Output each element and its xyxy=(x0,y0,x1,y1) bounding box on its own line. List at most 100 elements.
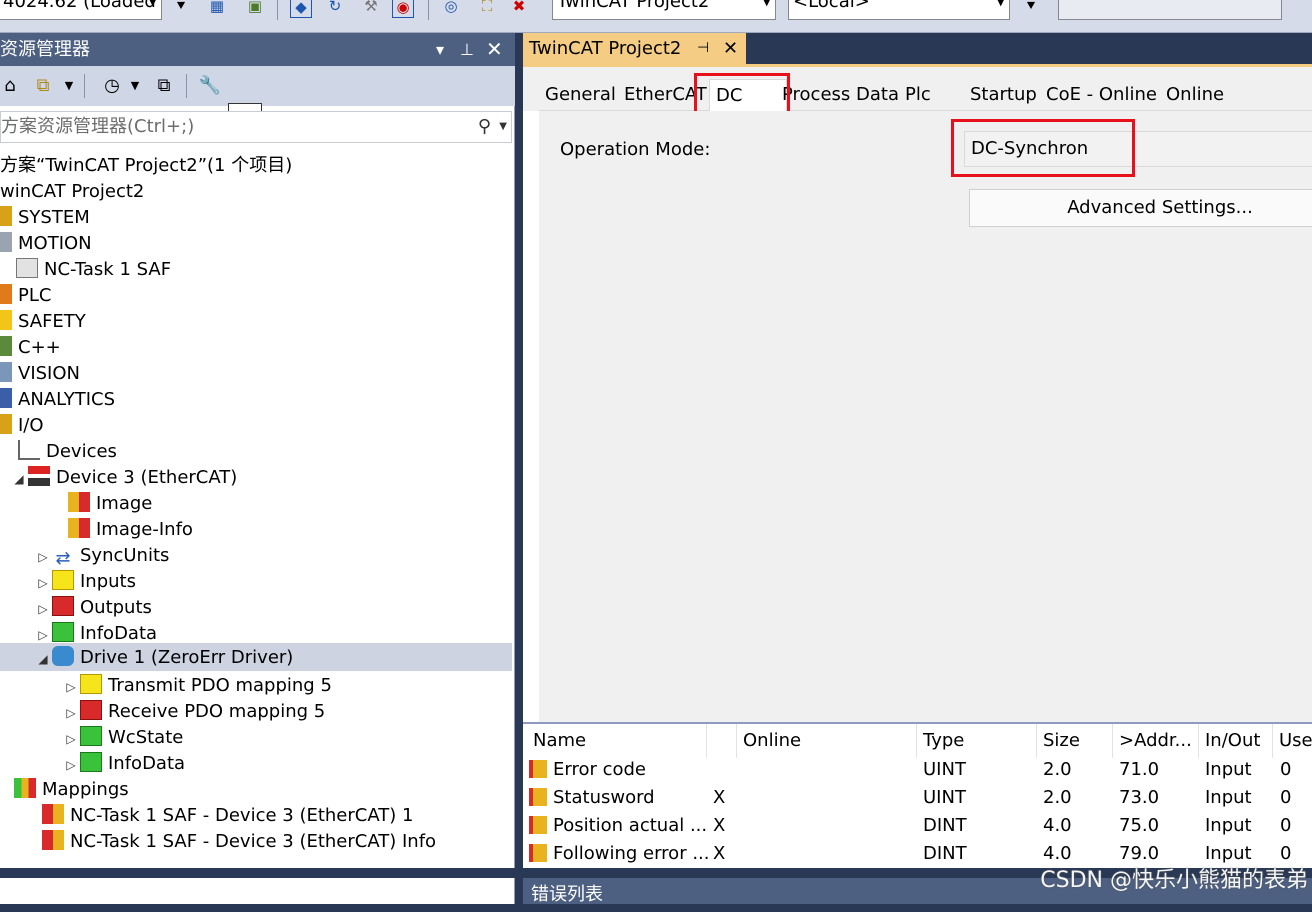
column-header-online[interactable]: Online xyxy=(737,724,917,758)
tab-online[interactable]: Online xyxy=(1166,79,1224,111)
tree-item-drive1[interactable]: ◢ Drive 1 (ZeroErr Driver) xyxy=(34,645,293,671)
tree-item-devices[interactable]: Devices xyxy=(18,439,117,465)
table-row[interactable]: Position actual ... xyxy=(529,812,709,840)
tree-item-cpp[interactable]: C++ xyxy=(0,335,61,361)
tree-item-motion[interactable]: MOTION xyxy=(0,231,92,257)
cell-inout: Input xyxy=(1205,759,1252,780)
tab-startup[interactable]: Startup xyxy=(970,79,1037,111)
tree-item-mapping-info[interactable]: NC-Task 1 SAF - Device 3 (EtherCAT) Info xyxy=(42,829,436,855)
tree-item-solution[interactable]: 方案“TwinCAT Project2”(1 个项目) xyxy=(0,153,292,179)
dropdown-icon[interactable]: ⯆ xyxy=(170,0,192,18)
home-icon[interactable]: ⌂ xyxy=(0,74,20,98)
tools-icon[interactable]: ⚒ xyxy=(360,0,382,18)
tab-general[interactable]: General xyxy=(545,79,616,111)
project-combo[interactable]: TwinCAT Project2 ▼ xyxy=(552,0,776,20)
expand-icon[interactable]: ▷ xyxy=(62,726,80,752)
expand-icon[interactable]: ▷ xyxy=(34,544,52,570)
target-combo[interactable]: <Local> ▼ xyxy=(788,0,1010,20)
tree-item-nc-task[interactable]: NC-Task 1 SAF xyxy=(16,257,171,283)
activate-config-icon[interactable]: ◆ xyxy=(290,0,312,18)
expand-icon[interactable]: ▷ xyxy=(62,752,80,778)
tree-item-safety[interactable]: SAFETY xyxy=(0,309,86,335)
chevron-down-icon[interactable]: ▼ xyxy=(128,74,142,98)
search-icon[interactable]: ⚲ xyxy=(478,112,491,142)
tab-plc[interactable]: Plc xyxy=(905,79,931,111)
cell-addr: 73.0 xyxy=(1119,787,1160,808)
dropdown-icon[interactable]: ⯆ xyxy=(1020,0,1042,18)
chart-icon[interactable]: ▦ xyxy=(206,0,228,18)
tree-item-device3[interactable]: ◢ Device 3 (EtherCAT) xyxy=(10,465,237,491)
column-header-addr[interactable]: >Addr... xyxy=(1113,724,1199,758)
history-icon[interactable]: ◷ xyxy=(100,74,124,98)
collapse-all-icon[interactable]: ⧉ xyxy=(152,74,176,98)
config-mode-icon[interactable]: ◉ xyxy=(392,0,414,18)
version-combo[interactable]: 4024.62 (Loaded ▼ xyxy=(0,0,162,20)
table-row[interactable]: Error code xyxy=(529,756,709,784)
tree-item-inputs[interactable]: ▷ Inputs xyxy=(34,569,136,595)
cell-use: 0 xyxy=(1280,843,1292,864)
tree-item-wcstate[interactable]: ▷ WcState xyxy=(62,725,183,751)
column-header-name[interactable]: Name xyxy=(527,724,707,758)
tab-process-data[interactable]: Process Data xyxy=(782,79,899,111)
tree-item-image-info[interactable]: Image-Info xyxy=(68,517,193,543)
column-header-inout[interactable]: In/Out xyxy=(1199,724,1273,758)
document-tab[interactable]: TwinCAT Project2 ⊣ ✕ xyxy=(523,33,746,64)
tree-item-outputs[interactable]: ▷ Outputs xyxy=(34,595,152,621)
cell-addr: 71.0 xyxy=(1119,759,1160,780)
switch-views-icon[interactable]: ⧉ xyxy=(30,74,56,98)
pin-icon[interactable]: ⊥ xyxy=(460,33,474,66)
image-icon[interactable]: ▣ xyxy=(244,0,266,18)
tree-item-project[interactable]: winCAT Project2 xyxy=(0,179,144,205)
collapse-icon[interactable]: ◢ xyxy=(10,466,28,492)
tree-item-infodata[interactable]: ▷ InfoData xyxy=(34,621,157,647)
column-header-type[interactable]: Type xyxy=(917,724,1037,758)
tree-item-analytics[interactable]: ANALYTICS xyxy=(0,387,115,413)
tree-item-label: InfoData xyxy=(80,623,158,644)
tree-item-drive-infodata[interactable]: ▷ InfoData xyxy=(62,751,185,777)
solution-explorer-title: 资源管理器 xyxy=(0,39,90,60)
tree-item-syncunits[interactable]: ▷ ⇄ SyncUnits xyxy=(34,543,169,569)
column-header-size[interactable]: Size xyxy=(1037,724,1113,758)
tree-item-receive-pdo[interactable]: ▷ Receive PDO mapping 5 xyxy=(62,699,325,725)
safety-icon xyxy=(0,310,12,330)
expand-icon[interactable]: ▷ xyxy=(34,570,52,596)
disconnect-icon[interactable]: ✖ xyxy=(508,0,530,18)
wrench-icon[interactable]: 🔧 xyxy=(198,74,222,98)
chevron-down-icon[interactable]: ▼ xyxy=(62,74,76,98)
table-row[interactable]: Statusword xyxy=(529,784,709,812)
tree-item-vision[interactable]: VISION xyxy=(0,361,80,387)
advanced-settings-button[interactable]: Advanced Settings... xyxy=(969,189,1312,227)
version-combo-value: 4024.62 (Loaded xyxy=(3,0,156,12)
image-var-icon xyxy=(68,492,90,512)
tree-item-io[interactable]: I/O xyxy=(0,413,44,439)
pin-icon[interactable]: ⊣ xyxy=(697,33,709,64)
dropdown-icon[interactable]: ▾ xyxy=(436,33,444,66)
close-icon[interactable]: ✕ xyxy=(723,33,738,64)
close-icon[interactable]: ✕ xyxy=(486,33,503,66)
receive-pdo-icon xyxy=(80,700,102,720)
cell-addr: 79.0 xyxy=(1119,843,1160,864)
tab-coe-online[interactable]: CoE - Online xyxy=(1046,79,1157,111)
column-header-blank[interactable] xyxy=(707,724,737,758)
search-input[interactable]: 方案资源管理器(Ctrl+;) ⚲ ▼ xyxy=(0,111,512,143)
table-row[interactable]: Following error ... xyxy=(529,840,709,868)
tree-item-image[interactable]: Image xyxy=(68,491,152,517)
chevron-down-icon[interactable]: ▼ xyxy=(499,112,507,142)
restart-icon[interactable]: ↻ xyxy=(324,0,346,18)
network-icon[interactable]: ⛶ xyxy=(476,0,498,18)
collapse-icon[interactable]: ◢ xyxy=(34,646,52,672)
target-icon[interactable]: ◎ xyxy=(440,0,462,18)
tree-item-label: 方案“TwinCAT Project2”(1 个项目) xyxy=(0,155,293,176)
column-header-use[interactable]: Use xyxy=(1273,724,1312,758)
expand-icon[interactable]: ▷ xyxy=(34,596,52,622)
empty-combo[interactable] xyxy=(1058,0,1282,20)
tree-item-system[interactable]: SYSTEM xyxy=(0,205,90,231)
tree-item-mapping-1[interactable]: NC-Task 1 SAF - Device 3 (EtherCAT) 1 xyxy=(42,803,413,829)
tree-item-mappings[interactable]: Mappings xyxy=(14,777,129,803)
tree-item-plc[interactable]: PLC xyxy=(0,283,51,309)
expand-icon[interactable]: ▷ xyxy=(62,700,80,726)
expand-icon[interactable]: ▷ xyxy=(62,674,80,700)
devices-icon xyxy=(18,440,40,460)
tree-item-transmit-pdo[interactable]: ▷ Transmit PDO mapping 5 xyxy=(62,673,332,699)
tree-item-label: MOTION xyxy=(18,233,92,254)
